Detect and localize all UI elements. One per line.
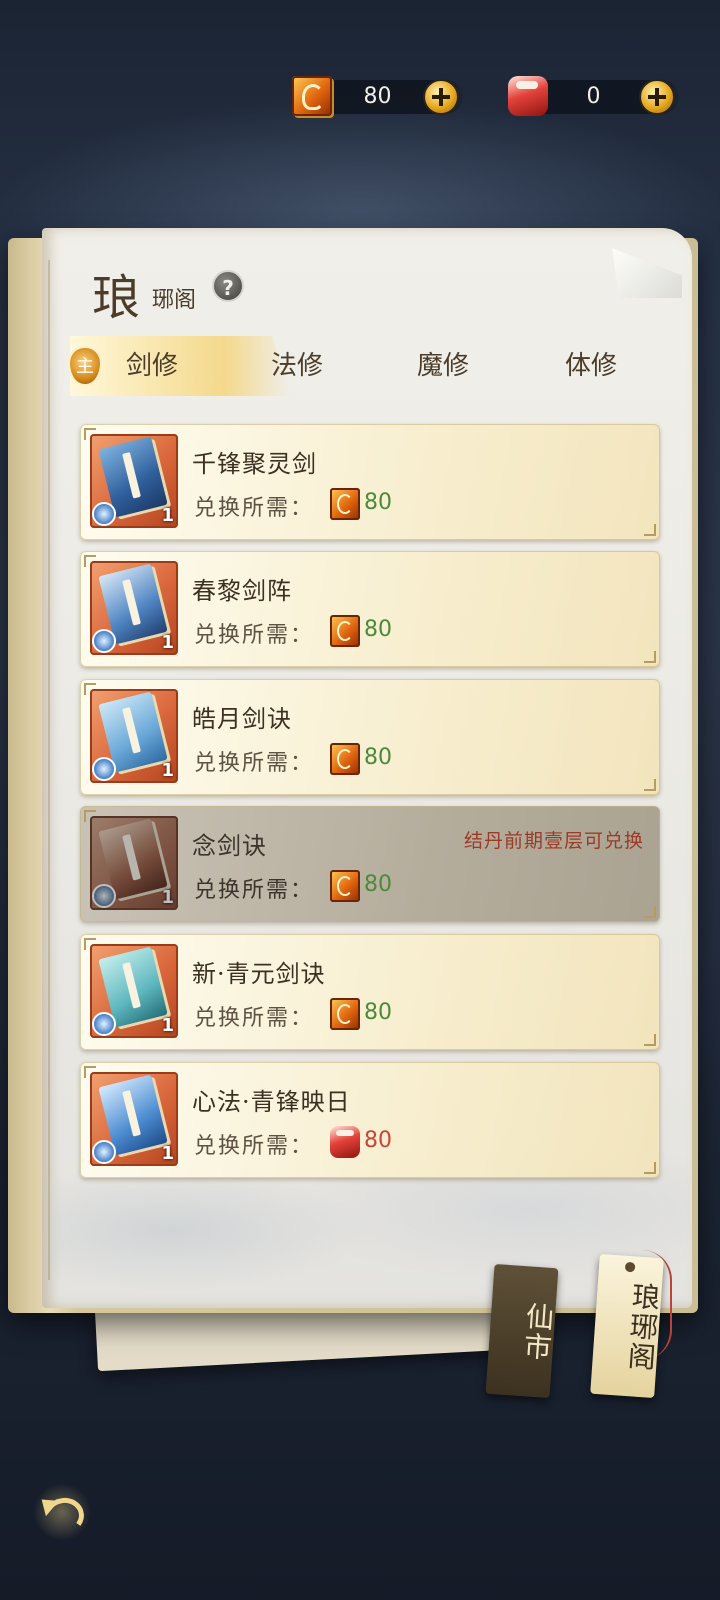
skill-book-currency-icon	[330, 615, 360, 647]
skill-book-thumbnail: 1	[90, 561, 178, 655]
book-currency-display: 80	[292, 76, 463, 116]
add-book-currency-button[interactable]	[423, 79, 459, 115]
help-button[interactable]: ?	[212, 270, 244, 302]
list-item[interactable]: 1 春黎剑阵 兑换所需： 80	[80, 551, 660, 667]
skill-book-currency-icon	[330, 870, 360, 902]
rarity-badge-icon	[92, 757, 116, 781]
rarity-badge-icon	[92, 1012, 116, 1036]
unlock-requirement: 结丹前期壹层可兑换	[463, 830, 644, 852]
item-quantity: 1	[161, 887, 174, 908]
tab-magic[interactable]: 法修	[242, 336, 352, 396]
list-item[interactable]: 1 心法·青锋映日 兑换所需： 80	[80, 1062, 660, 1178]
cost-value: 80	[364, 872, 392, 897]
tab-demon[interactable]: 魔修	[388, 336, 498, 396]
rarity-badge-icon	[92, 502, 116, 526]
tab-body[interactable]: 体修	[536, 336, 646, 396]
cost-value: 80	[364, 1128, 392, 1153]
cost-label: 兑换所需：	[194, 751, 315, 776]
cost-label: 兑换所需：	[194, 623, 315, 648]
list-item[interactable]: 1 千锋聚灵剑 兑换所需： 80	[80, 424, 660, 540]
page-title-rest: 琊阁	[152, 288, 197, 313]
item-name: 新·青元剑诀	[192, 960, 326, 988]
item-name: 千锋聚灵剑	[192, 450, 317, 478]
cost-value: 80	[364, 1000, 392, 1025]
rarity-badge-icon	[92, 1140, 116, 1164]
item-name: 春黎剑阵	[192, 577, 292, 605]
item-name: 皓月剑诀	[192, 705, 292, 733]
skill-book-thumbnail: 1	[90, 689, 178, 783]
item-quantity: 1	[161, 1015, 174, 1036]
cost-value: 80	[364, 490, 392, 515]
item-name: 念剑诀	[192, 832, 267, 860]
scroll-currency-icon	[508, 76, 548, 116]
skill-book-thumbnail: 1	[90, 944, 178, 1038]
rarity-badge-icon	[92, 629, 116, 653]
list-item-locked[interactable]: 1 念剑诀 结丹前期壹层可兑换 兑换所需： 80	[80, 806, 660, 922]
list-item[interactable]: 1 皓月剑诀 兑换所需： 80	[80, 679, 660, 795]
scroll-currency-icon	[330, 1126, 360, 1158]
cultivation-tabs: 剑修 法修 魔修 体修	[62, 336, 682, 398]
cost-label: 兑换所需：	[194, 1006, 315, 1031]
cost-value: 80	[364, 745, 392, 770]
scroll-currency-display: 0	[508, 76, 679, 116]
cost-value: 80	[364, 617, 392, 642]
cost-label: 兑换所需：	[194, 496, 315, 521]
rarity-badge-icon	[92, 884, 116, 908]
item-quantity: 1	[161, 760, 174, 781]
tag-langya-pavilion[interactable]: 琅琊阁	[590, 1253, 664, 1399]
item-name: 心法·青锋映日	[192, 1088, 351, 1116]
skill-book-currency-icon	[330, 743, 360, 775]
item-quantity: 1	[161, 1143, 174, 1164]
item-quantity: 1	[161, 505, 174, 526]
skill-book-thumbnail: 1	[90, 434, 178, 528]
book-spine	[48, 260, 50, 1280]
add-scroll-currency-button[interactable]	[639, 79, 675, 115]
skill-book-currency-icon	[330, 998, 360, 1030]
back-arrow-icon[interactable]	[32, 1484, 92, 1540]
skill-book-thumbnail: 1	[90, 816, 178, 910]
skill-book-thumbnail: 1	[90, 1072, 178, 1166]
item-quantity: 1	[161, 632, 174, 653]
scroll-currency-value: 0	[586, 84, 601, 109]
list-item[interactable]: 1 新·青元剑诀 兑换所需： 80	[80, 934, 660, 1050]
cost-label: 兑换所需：	[194, 878, 315, 903]
tag-xianshi-market[interactable]: 仙市	[485, 1263, 559, 1399]
cost-label: 兑换所需：	[194, 1134, 315, 1159]
book-currency-value: 80	[363, 84, 392, 109]
page-title-main-char: 琅	[92, 270, 143, 326]
skill-book-currency-icon	[292, 76, 332, 116]
skill-book-currency-icon	[330, 488, 360, 520]
